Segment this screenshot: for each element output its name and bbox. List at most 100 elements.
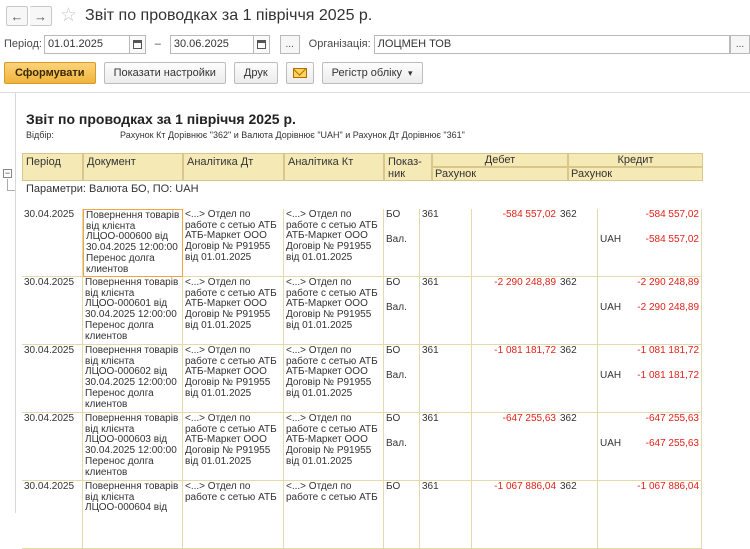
credit-currency: UAH (600, 301, 622, 313)
cell-credit: -647 255,63 UAH -647 255,63 (598, 413, 702, 481)
register-button[interactable]: Регістр обліку ▾ (321, 62, 423, 84)
credit-amount: -1 081 181,72 (637, 345, 699, 356)
cell-analytics-kt: <...> Отдел по работе с сетью АТБ АТБ-Ма… (284, 209, 384, 277)
cell-analytics-dt: <...> Отдел по работе с сетью АТБ (183, 481, 284, 549)
indicator-bo: БО (386, 413, 401, 424)
cell-indicator: БО Вал. (384, 209, 420, 277)
credit-amount: -584 557,02 (645, 209, 699, 220)
indicator-bo: БО (386, 209, 401, 220)
header-indicator: Показ- ник (384, 153, 432, 181)
header-credit-account: Рахунок (568, 167, 703, 181)
chevron-down-icon: ▾ (408, 67, 413, 78)
cell-debit-amount: -1 081 181,72 (494, 345, 556, 356)
cell-credit-account: 362 (558, 481, 598, 549)
credit-amount-currency: -1 081 181,72 (637, 369, 699, 381)
cell-credit: -1 067 886,04 (598, 481, 702, 549)
cell-document[interactable]: Повернення товарів від клієнта ЛЦОО-0006… (83, 481, 183, 549)
table-row[interactable]: 30.04.2025 Повернення товарів від клієнт… (22, 345, 702, 413)
table-row[interactable]: 30.04.2025 Повернення товарів від клієнт… (22, 413, 702, 481)
group-line (7, 190, 15, 191)
organization-input[interactable]: ЛОЦМЕН ТОВ (373, 34, 731, 54)
credit-amount: -1 067 886,04 (637, 481, 699, 492)
table-row[interactable]: 30.04.2025 Повернення товарів від клієнт… (22, 481, 702, 549)
header-debit: Дебет (432, 153, 568, 167)
cell-credit-account: 362 (558, 413, 598, 481)
indicator-bo: БО (386, 481, 401, 492)
indicator-val: Вал. (386, 369, 407, 381)
credit-amount-currency: -584 557,02 (645, 233, 699, 245)
credit-amount: -647 255,63 (645, 413, 699, 424)
cell-analytics-dt: <...> Отдел по работе с сетью АТБ АТБ-Ма… (183, 209, 284, 277)
cell-debit-amount: -584 557,02 (502, 209, 556, 220)
cell-credit: -1 081 181,72 UAH -1 081 181,72 (598, 345, 702, 413)
cell-analytics-dt: <...> Отдел по работе с сетью АТБ АТБ-Ма… (183, 277, 284, 345)
filter-bar: Період: 01.01.2025 – 30.06.2025 ... Орга… (0, 34, 750, 54)
cell-credit-account: 362 (558, 209, 598, 277)
table-row[interactable]: 30.04.2025 Повернення товарів від клієнт… (22, 277, 702, 345)
envelope-icon (292, 68, 307, 78)
header-indicator-line2: ник (388, 168, 406, 180)
report-rows: 30.04.2025 Повернення товарів від клієнт… (22, 209, 702, 549)
cell-analytics-kt: <...> Отдел по работе с сетью АТБ АТБ-Ма… (284, 413, 384, 481)
cell-analytics-dt: <...> Отдел по работе с сетью АТБ АТБ-Ма… (183, 345, 284, 413)
cell-indicator: БО (384, 481, 420, 549)
cell-period: 30.04.2025 (22, 413, 83, 481)
cell-period: 30.04.2025 (22, 481, 83, 549)
date-from-input[interactable]: 01.01.2025 (43, 34, 130, 54)
show-settings-button[interactable]: Показати настройки (103, 62, 226, 84)
cell-credit: -584 557,02 UAH -584 557,02 (598, 209, 702, 277)
cell-analytics-dt: <...> Отдел по работе с сетью АТБ АТБ-Ма… (183, 413, 284, 481)
indicator-val: Вал. (386, 437, 407, 449)
cell-document[interactable]: Повернення товарів від клієнта ЛЦОО-0006… (83, 345, 183, 413)
report-selection: Відбір: Рахунок Кт Дорівнює "362" и Валю… (26, 130, 465, 140)
indicator-val: Вал. (386, 233, 407, 245)
cell-debit-amount: -647 255,63 (502, 413, 556, 424)
cell-credit: -2 290 248,89 UAH -2 290 248,89 (598, 277, 702, 345)
cell-debit-amount: -2 290 248,89 (494, 277, 556, 288)
credit-amount-currency: -2 290 248,89 (637, 301, 699, 313)
header-document: Документ (83, 153, 183, 181)
cell-document[interactable]: Повернення товарів від клієнта ЛЦОО-0006… (83, 209, 183, 277)
date-dash: – (154, 38, 161, 50)
print-button[interactable]: Друк (233, 62, 278, 84)
forward-arrow-icon[interactable]: → (30, 6, 52, 26)
cell-document[interactable]: Повернення товарів від клієнта ЛЦОО-0006… (83, 277, 183, 345)
organization-label: Організація: (308, 38, 371, 50)
header-analytics-dt: Аналітика Дт (183, 153, 284, 181)
calendar-to-icon[interactable] (253, 34, 270, 54)
calendar-from-icon[interactable] (129, 34, 146, 54)
header-credit: Кредит (568, 153, 703, 167)
group-gutter: − (0, 93, 16, 513)
credit-currency: UAH (600, 369, 622, 381)
credit-currency: UAH (600, 437, 622, 449)
cell-indicator: БО Вал. (384, 277, 420, 345)
organization-select-button[interactable]: ... (730, 34, 750, 54)
table-row[interactable]: 30.04.2025 Повернення товарів від клієнт… (22, 209, 702, 277)
date-to-input[interactable]: 30.06.2025 (169, 34, 254, 54)
selection-label: Відбір: (26, 130, 54, 140)
period-select-button[interactable]: ... (279, 34, 300, 54)
generate-button[interactable]: Сформувати (4, 62, 96, 84)
cell-debit-amount: -1 067 886,04 (494, 481, 556, 492)
credit-amount-currency: -647 255,63 (645, 437, 699, 449)
toolbar: Сформувати Показати настройки Друк Регіс… (0, 61, 431, 85)
back-arrow-icon[interactable]: ← (6, 6, 28, 26)
report-title: Звіт по проводках за 1 півріччя 2025 р. (26, 111, 296, 127)
cell-indicator: БО Вал. (384, 345, 420, 413)
period-label: Період: (4, 38, 42, 50)
cell-indicator: БО Вал. (384, 413, 420, 481)
window-titlebar: ← → ☆ Звіт по проводках за 1 півріччя 20… (0, 0, 750, 32)
cell-analytics-kt: <...> Отдел по работе с сетью АТБ (284, 481, 384, 549)
cell-period: 30.04.2025 (22, 209, 83, 277)
credit-currency: UAH (600, 233, 622, 245)
header-debit-account: Рахунок (432, 167, 568, 181)
send-email-button[interactable] (285, 62, 314, 84)
header-indicator-line1: Показ- (388, 156, 422, 168)
indicator-bo: БО (386, 277, 401, 288)
collapse-group-icon[interactable]: − (3, 169, 12, 178)
cell-period: 30.04.2025 (22, 345, 83, 413)
cell-document[interactable]: Повернення товарів від клієнта ЛЦОО-0006… (83, 413, 183, 481)
indicator-bo: БО (386, 345, 401, 356)
favorite-star-icon[interactable]: ☆ (60, 4, 77, 27)
cell-analytics-kt: <...> Отдел по работе с сетью АТБ АТБ-Ма… (284, 345, 384, 413)
